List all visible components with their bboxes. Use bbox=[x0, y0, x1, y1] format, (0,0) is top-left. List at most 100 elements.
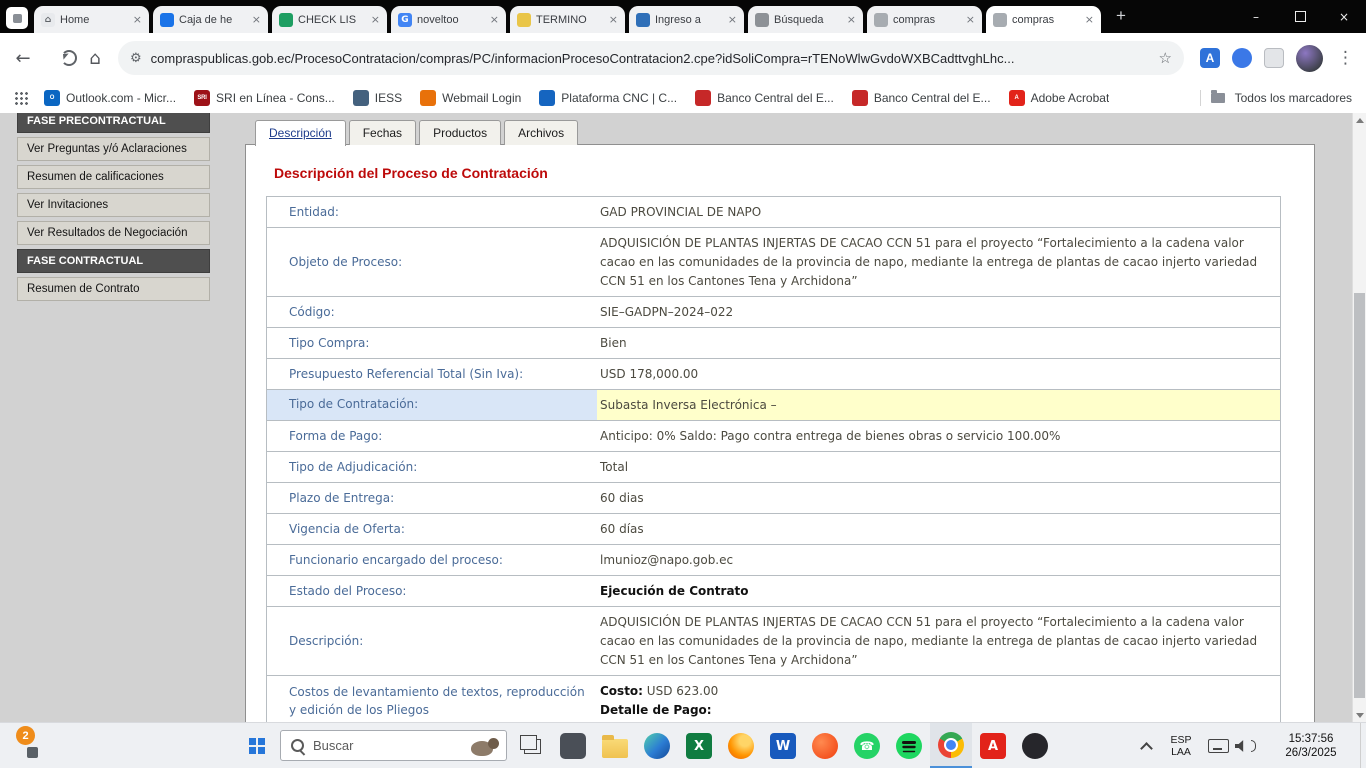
apps-grid-icon[interactable] bbox=[14, 91, 28, 105]
touch-keyboard-button[interactable] bbox=[1204, 723, 1232, 768]
page-title: Descripción del Proceso de Contratación bbox=[274, 165, 1314, 181]
browser-tab[interactable]: Gnoveltoo× bbox=[391, 6, 506, 33]
browser-menu-icon[interactable]: ⋮ bbox=[1337, 48, 1354, 68]
sidebar-item[interactable]: Resumen de Contrato bbox=[17, 277, 210, 301]
language-indicator[interactable]: ESP LAA bbox=[1160, 723, 1202, 768]
extension-icon-blue[interactable] bbox=[1232, 48, 1252, 68]
browser-tab[interactable]: Ingreso a× bbox=[629, 6, 744, 33]
task-view-button[interactable] bbox=[514, 723, 550, 768]
table-row: Código:SIE–GADPN–2024–022 bbox=[267, 297, 1280, 328]
tab-close-icon[interactable]: × bbox=[490, 13, 499, 26]
row-label: Tipo de Contratación: bbox=[267, 390, 597, 420]
bookmark-item[interactable]: Banco Central del E... bbox=[695, 90, 834, 106]
content-tab[interactable]: Fechas bbox=[349, 120, 416, 145]
excel-icon[interactable]: X bbox=[678, 723, 720, 768]
start-button[interactable] bbox=[236, 723, 278, 768]
row-value: ADQUISICIÓN DE PLANTAS INJERTAS DE CACAO… bbox=[597, 228, 1280, 296]
scrollbar-up-arrow[interactable] bbox=[1353, 113, 1366, 127]
tab-descripcion-active[interactable]: Descripción bbox=[255, 120, 346, 146]
chevron-up-icon bbox=[1140, 742, 1153, 755]
pinned-tab[interactable] bbox=[6, 7, 28, 29]
translate-icon[interactable]: A bbox=[1200, 48, 1220, 68]
browser-tab-active[interactable]: compras× bbox=[986, 6, 1101, 33]
chrome-icon[interactable] bbox=[930, 723, 972, 768]
task-view-icon bbox=[524, 739, 541, 754]
bookmark-item[interactable]: SRISRI en Línea - Cons... bbox=[194, 90, 335, 106]
address-bar[interactable]: ⚙ compraspublicas.gob.ec/ProcesoContrata… bbox=[118, 41, 1184, 75]
bookmark-star-icon[interactable]: ☆ bbox=[1159, 49, 1172, 67]
main-content: DescripciónFechasProductosArchivos Descr… bbox=[245, 120, 1315, 722]
new-tab-button[interactable]: + bbox=[1109, 4, 1133, 28]
maximize-icon bbox=[1295, 11, 1306, 22]
acrobat-icon[interactable]: A bbox=[972, 723, 1014, 768]
dark-round-app-icon[interactable] bbox=[1014, 723, 1056, 768]
taskbar-clock[interactable]: 15:37:56 26/3/2025 bbox=[1262, 723, 1360, 768]
page-scrollbar[interactable] bbox=[1352, 113, 1366, 722]
reload-button[interactable] bbox=[56, 45, 82, 71]
row-value: SIE–GADPN–2024–022 bbox=[597, 297, 1280, 327]
sidebar-item[interactable]: Ver Preguntas y/ó Aclaraciones bbox=[17, 137, 210, 161]
sidebar-item[interactable]: Resumen de calificaciones bbox=[17, 165, 210, 189]
dark-app-icon[interactable] bbox=[552, 723, 594, 768]
tab-close-icon[interactable]: × bbox=[133, 13, 142, 26]
scrollbar-down-arrow[interactable] bbox=[1353, 708, 1366, 722]
sidebar-item[interactable]: Ver Resultados de Negociación bbox=[17, 221, 210, 245]
bookmark-item[interactable]: AAdobe Acrobat bbox=[1009, 90, 1110, 106]
content-tab[interactable]: Archivos bbox=[504, 120, 578, 145]
taskbar-notification-app[interactable]: 2 bbox=[16, 726, 50, 766]
sidebar-item[interactable]: Ver Invitaciones bbox=[17, 193, 210, 217]
bookmark-item[interactable]: OOutlook.com - Micr... bbox=[44, 90, 176, 106]
site-info-icon[interactable]: ⚙ bbox=[130, 51, 142, 66]
tab-close-icon[interactable]: × bbox=[1085, 13, 1094, 26]
value-text: USD 178,000.00 bbox=[600, 367, 698, 381]
spotify-icon[interactable] bbox=[888, 723, 930, 768]
tab-favicon-icon bbox=[993, 13, 1007, 27]
back-button[interactable]: ← bbox=[10, 45, 36, 71]
bookmark-item[interactable]: IESS bbox=[353, 90, 402, 106]
row-value: USD 178,000.00 bbox=[597, 359, 1280, 389]
tab-close-icon[interactable]: × bbox=[371, 13, 380, 26]
browser-tab[interactable]: Búsqueda× bbox=[748, 6, 863, 33]
clock-date: 26/3/2025 bbox=[1285, 746, 1336, 760]
bookmark-item[interactable]: Plataforma CNC | C... bbox=[539, 90, 677, 106]
edge-icon[interactable] bbox=[636, 723, 678, 768]
scrollbar-thumb[interactable] bbox=[1354, 293, 1365, 698]
volume-button[interactable] bbox=[1232, 723, 1258, 768]
browser-tab[interactable]: CHECK LIS × bbox=[272, 6, 387, 33]
search-highlight-graphic bbox=[469, 735, 501, 757]
minimize-button[interactable]: – bbox=[1234, 0, 1278, 33]
bookmark-item[interactable]: Banco Central del E... bbox=[852, 90, 991, 106]
all-bookmarks[interactable]: Todos los marcadores bbox=[1200, 90, 1352, 106]
tab-title: CHECK LIS bbox=[298, 14, 366, 26]
profile-avatar[interactable] bbox=[1296, 45, 1323, 72]
tray-expand-button[interactable] bbox=[1136, 723, 1156, 768]
whatsapp-icon[interactable]: ☎ bbox=[846, 723, 888, 768]
maximize-button[interactable] bbox=[1278, 0, 1322, 33]
home-button[interactable]: ⌂ bbox=[82, 45, 108, 71]
browser-tab[interactable]: compras× bbox=[867, 6, 982, 33]
file-explorer-icon[interactable] bbox=[594, 723, 636, 768]
browser-tab[interactable]: TERMINO× bbox=[510, 6, 625, 33]
row-label: Funcionario encargado del proceso: bbox=[267, 546, 597, 574]
browser-tab[interactable]: ⌂Home× bbox=[34, 6, 149, 33]
close-button[interactable]: × bbox=[1322, 0, 1366, 33]
url-text[interactable]: compraspublicas.gob.ec/ProcesoContrataci… bbox=[151, 51, 1151, 66]
scroll-up-icon bbox=[1356, 118, 1364, 123]
browser-tab[interactable]: Caja de he× bbox=[153, 6, 268, 33]
taskbar-search-box[interactable]: Buscar bbox=[280, 730, 507, 761]
firefox-icon[interactable] bbox=[720, 723, 762, 768]
tab-close-icon[interactable]: × bbox=[728, 13, 737, 26]
brave-icon[interactable] bbox=[804, 723, 846, 768]
show-desktop-button[interactable] bbox=[1360, 723, 1366, 768]
tab-close-icon[interactable]: × bbox=[252, 13, 261, 26]
tab-close-icon[interactable]: × bbox=[966, 13, 975, 26]
word-icon[interactable]: W bbox=[762, 723, 804, 768]
bookmark-item[interactable]: Webmail Login bbox=[420, 90, 521, 106]
content-tab[interactable]: Productos bbox=[419, 120, 501, 145]
value-text: Anticipo: 0% Saldo: Pago contra entrega … bbox=[600, 429, 1060, 443]
tab-close-icon[interactable]: × bbox=[609, 13, 618, 26]
extensions-icon[interactable] bbox=[1264, 48, 1284, 68]
sidebar-section-header: FASE PRECONTRACTUAL bbox=[17, 113, 210, 133]
tab-close-icon[interactable]: × bbox=[847, 13, 856, 26]
firefox-logo bbox=[728, 733, 754, 759]
